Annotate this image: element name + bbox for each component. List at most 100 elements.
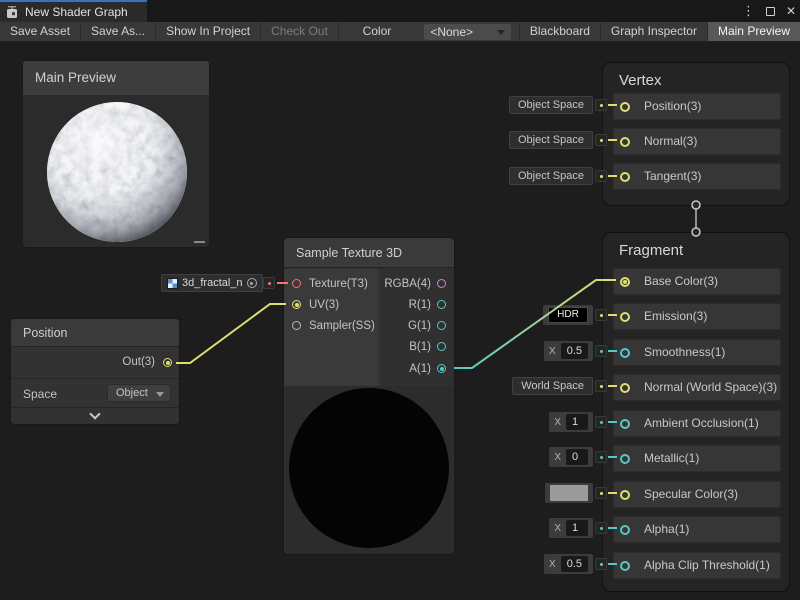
dropdown-arrow-icon	[497, 30, 505, 35]
port-alpha[interactable]	[620, 525, 630, 535]
normal-ws-space-pill[interactable]: World Space	[512, 377, 593, 395]
texture-asset-pill[interactable]: 3d_fractal_n	[161, 274, 263, 292]
position-node-footer[interactable]	[11, 408, 179, 424]
port-b-output[interactable]	[437, 342, 446, 351]
port-position-out[interactable]	[163, 358, 172, 367]
sample-output-g[interactable]: G(1)	[408, 315, 454, 336]
port-alpha-clip[interactable]	[620, 561, 630, 571]
port-vertex-position[interactable]	[620, 102, 630, 112]
emission-hdr-swatch[interactable]: HDR	[548, 307, 588, 323]
port-normal-ws[interactable]	[620, 383, 630, 393]
fragment-row-normal-ws[interactable]: Normal (World Space)(3)	[613, 374, 781, 401]
collapse-chevron-icon[interactable]	[89, 408, 100, 419]
dropdown-arrow-icon	[156, 392, 164, 397]
shader-graph-asset-icon	[5, 5, 19, 20]
sample-output-b[interactable]: B(1)	[409, 336, 454, 357]
blackboard-toggle[interactable]: Blackboard	[519, 22, 601, 41]
fragment-row-alpha[interactable]: Alpha(1)	[613, 516, 781, 543]
fragment-row-specular-color[interactable]: Specular Color(3)	[613, 481, 781, 508]
alpha-clip-value-field[interactable]: 0.5	[561, 556, 588, 572]
fragment-row-ambient-occlusion[interactable]: Ambient Occlusion(1)	[613, 410, 781, 437]
specular-color-widget[interactable]	[545, 483, 593, 503]
main-preview-panel[interactable]: Main Preview	[22, 60, 210, 248]
port-specular-color[interactable]	[620, 490, 630, 500]
vertex-position-space-pill[interactable]: Object Space	[509, 96, 593, 114]
vertex-normal-space-pill[interactable]: Object Space	[509, 131, 593, 149]
window-controls: ⋮ ✕	[742, 0, 796, 22]
resize-grip[interactable]	[194, 241, 205, 243]
emission-connector-dot	[595, 309, 607, 321]
metallic-value-field[interactable]: 0	[566, 449, 588, 465]
sample-input-sampler[interactable]: Sampler(SS)	[284, 315, 375, 336]
maximize-icon[interactable]	[766, 7, 775, 16]
vertex-row-position[interactable]: Position(3)	[613, 93, 781, 120]
alpha-stub	[608, 527, 617, 529]
port-ambient-occlusion[interactable]	[620, 419, 630, 429]
fragment-row-base-color[interactable]: Base Color(3)	[613, 268, 781, 295]
vertex-row-tangent[interactable]: Tangent(3)	[613, 163, 781, 190]
alpha-float-widget[interactable]: X 1	[549, 518, 593, 538]
specular-color-swatch[interactable]	[550, 485, 588, 501]
port-rgba-output[interactable]	[437, 279, 446, 288]
alpha-clip-stub	[608, 563, 617, 565]
edge-position-to-uv[interactable]	[176, 304, 286, 363]
object-picker-icon[interactable]	[247, 278, 257, 288]
port-a-output[interactable]	[437, 364, 446, 373]
sample-input-uv[interactable]: UV(3)	[284, 294, 339, 315]
main-preview-toggle[interactable]: Main Preview	[708, 22, 800, 41]
emission-stub	[608, 314, 617, 316]
emission-hdr-widget[interactable]: HDR	[543, 305, 593, 325]
show-in-project-button[interactable]: Show In Project	[156, 22, 261, 41]
sample-input-texture[interactable]: Texture(T3)	[284, 273, 368, 294]
color-mode-dropdown[interactable]: <None>	[424, 24, 511, 40]
title-bar: New Shader Graph ⋮ ✕	[0, 0, 800, 22]
port-g-output[interactable]	[437, 321, 446, 330]
vertex-tangent-space-pill[interactable]: Object Space	[509, 167, 593, 185]
fragment-context-node[interactable]: Fragment Base Color(3) Emission(3) Smoot…	[602, 232, 790, 592]
smoothness-stub	[608, 350, 617, 352]
port-metallic[interactable]	[620, 454, 630, 464]
main-preview-header[interactable]: Main Preview	[23, 61, 209, 95]
alpha-value-field[interactable]: 1	[566, 520, 588, 536]
ambient-occlusion-value-field[interactable]: 1	[566, 414, 588, 430]
alpha-clip-float-widget[interactable]: X 0.5	[544, 554, 593, 574]
sample-output-rgba[interactable]: RGBA(4)	[384, 273, 454, 294]
position-node[interactable]: Position Out(3) Space Object	[10, 318, 180, 425]
texture-thumbnail-icon	[167, 278, 178, 289]
port-smoothness[interactable]	[620, 348, 630, 358]
fragment-row-alpha-clip[interactable]: Alpha Clip Threshold(1)	[613, 552, 781, 579]
port-texture-input[interactable]	[292, 279, 301, 288]
normal-ws-stub	[608, 385, 617, 387]
port-uv-input[interactable]	[292, 300, 301, 309]
ambient-occlusion-float-widget[interactable]: X 1	[549, 412, 593, 432]
port-emission[interactable]	[620, 312, 630, 322]
space-dropdown[interactable]: Object	[107, 384, 171, 402]
save-as-button[interactable]: Save As...	[81, 22, 156, 41]
sample-preview-sphere	[289, 388, 449, 548]
sample-output-a[interactable]: A(1)	[409, 358, 454, 379]
metallic-float-widget[interactable]: X 0	[549, 447, 593, 467]
smoothness-float-widget[interactable]: X 0.5	[544, 341, 593, 361]
close-icon[interactable]: ✕	[786, 4, 796, 18]
vertex-row-normal[interactable]: Normal(3)	[613, 128, 781, 155]
port-sampler-input[interactable]	[292, 321, 301, 330]
vertex-position-stub	[608, 104, 617, 106]
port-vertex-tangent[interactable]	[620, 172, 630, 182]
vertex-context-node[interactable]: Vertex Position(3) Normal(3) Tangent(3)	[602, 62, 790, 206]
smoothness-value-field[interactable]: 0.5	[561, 343, 588, 359]
fragment-row-emission[interactable]: Emission(3)	[613, 303, 781, 330]
port-base-color[interactable]	[620, 277, 630, 287]
fragment-row-metallic[interactable]: Metallic(1)	[613, 445, 781, 472]
port-r-output[interactable]	[437, 300, 446, 309]
save-asset-button[interactable]: Save Asset	[0, 22, 81, 41]
document-tab[interactable]: New Shader Graph	[0, 0, 147, 22]
ambient-occlusion-connector-dot	[595, 416, 607, 428]
port-vertex-normal[interactable]	[620, 137, 630, 147]
sample-output-r[interactable]: R(1)	[409, 294, 454, 315]
vertex-normal-connector-dot	[595, 134, 607, 146]
fragment-row-smoothness[interactable]: Smoothness(1)	[613, 339, 781, 366]
graph-inspector-toggle[interactable]: Graph Inspector	[601, 22, 708, 41]
graph-canvas[interactable]: Vertex Position(3) Normal(3) Tangent(3) …	[0, 42, 800, 600]
sample-texture-3d-node[interactable]: Sample Texture 3D Texture(T3) UV(3) Samp…	[283, 237, 455, 555]
menu-kebab-icon[interactable]: ⋮	[742, 0, 755, 22]
